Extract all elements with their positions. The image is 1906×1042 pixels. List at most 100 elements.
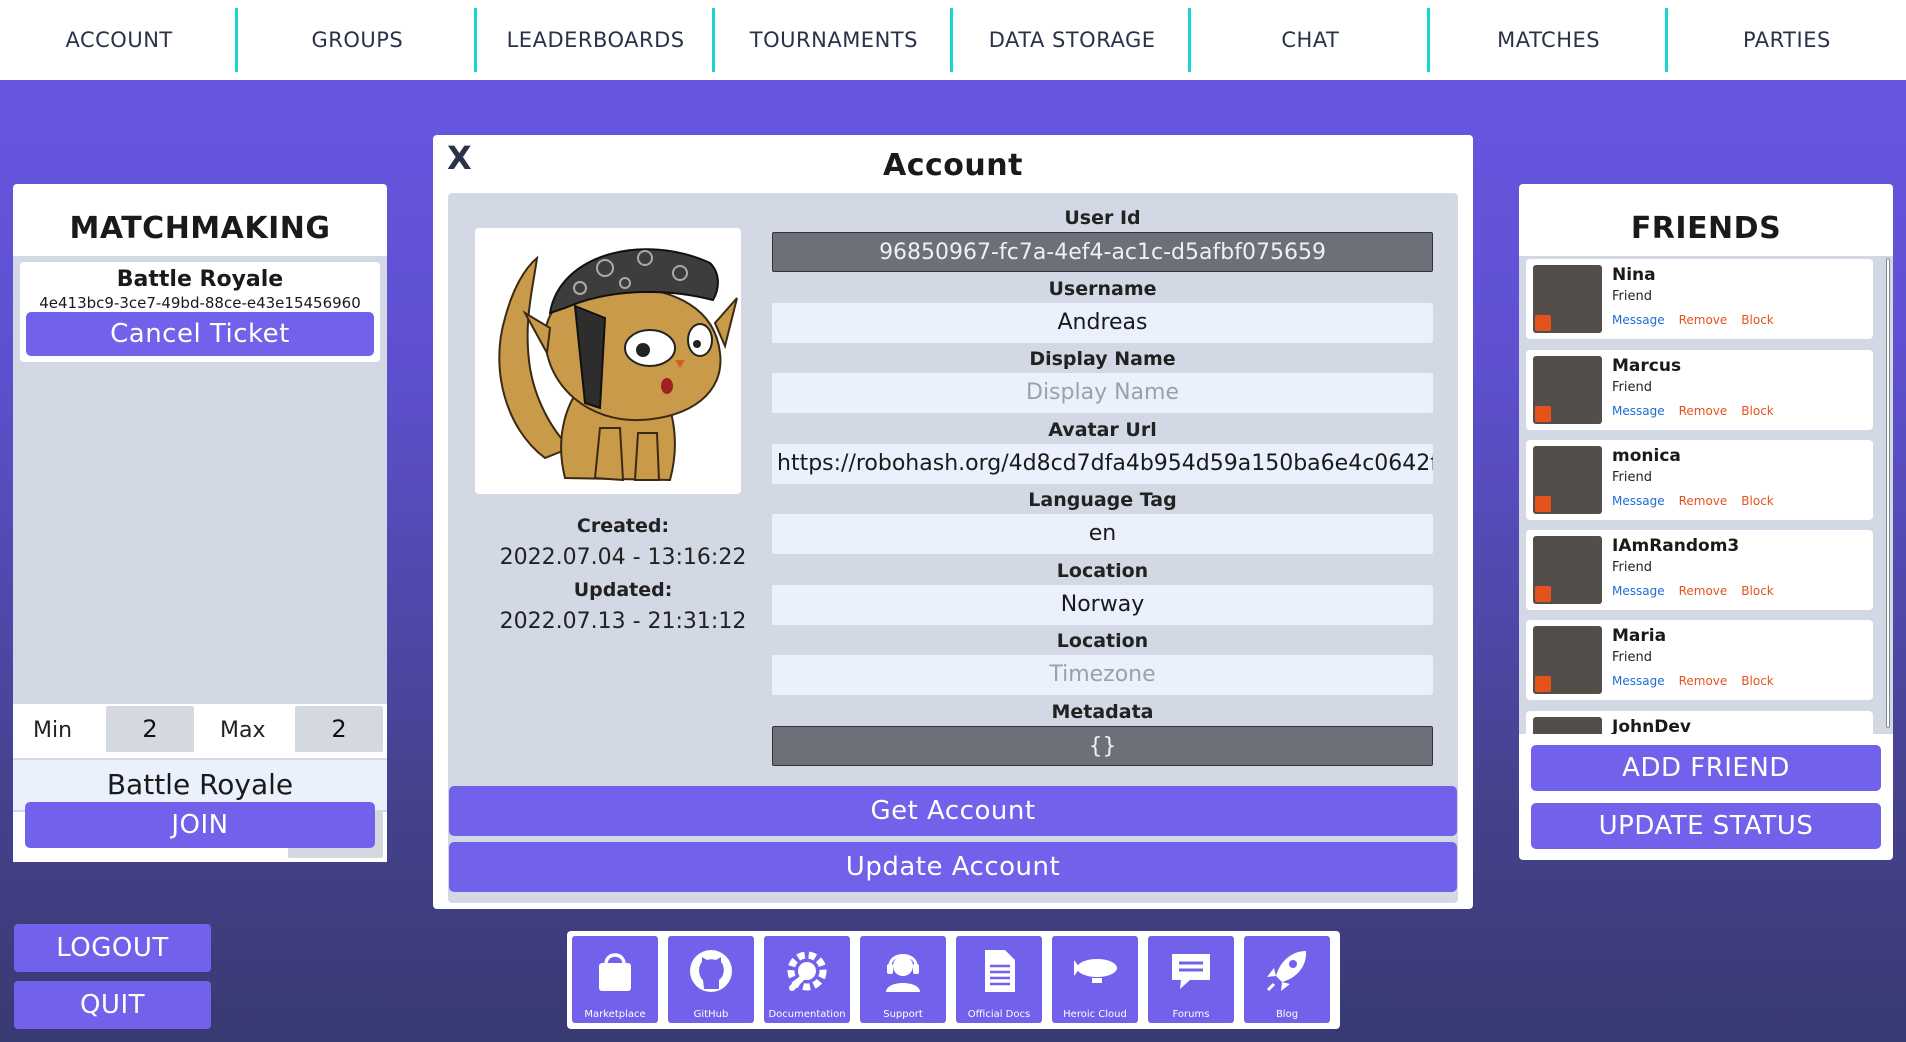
document-icon: [985, 950, 1015, 992]
gear-wrench-icon: [787, 951, 827, 991]
dock-github[interactable]: GitHub: [668, 936, 754, 1023]
cat-avatar-image: [498, 248, 738, 482]
message-link[interactable]: Message: [1612, 674, 1665, 688]
friend-avatar: [1533, 536, 1602, 604]
friends-list-viewport[interactable]: Nina Friend Message Remove Block Marcus Fr…: [1519, 256, 1893, 734]
friends-title: FRIENDS: [1630, 211, 1782, 246]
block-link[interactable]: Block: [1741, 584, 1773, 598]
language-tag-field[interactable]: en: [772, 514, 1433, 554]
message-link[interactable]: Message: [1612, 313, 1665, 327]
friend-avatar: [1533, 626, 1602, 694]
language-tag-label: Language Tag: [1028, 489, 1177, 511]
get-account-button[interactable]: Get Account: [449, 786, 1457, 836]
message-link[interactable]: Message: [1612, 404, 1665, 418]
metadata-label: Metadata: [1051, 701, 1154, 723]
status-indicator: [1535, 315, 1551, 331]
dock-label: Blog: [1275, 1009, 1299, 1020]
message-link[interactable]: Message: [1612, 584, 1665, 598]
friend-name: JohnDev: [1612, 717, 1691, 734]
timezone-field[interactable]: Timezone: [772, 655, 1433, 695]
avatar-url-field[interactable]: https://robohash.org/4d8cd7dfa4b954d59a1…: [772, 444, 1433, 484]
dock-label: Official Docs: [967, 1009, 1031, 1020]
block-link[interactable]: Block: [1741, 313, 1773, 327]
dock-support[interactable]: Support: [860, 936, 946, 1023]
nav-tab-parties[interactable]: PARTIES: [1668, 0, 1906, 80]
logout-button[interactable]: LOGOUT: [14, 924, 211, 972]
friend-item: Marcus Friend Message Remove Block: [1526, 350, 1873, 430]
dock-heroic-cloud[interactable]: Heroic Cloud: [1052, 936, 1138, 1023]
display-name-field[interactable]: Display Name: [772, 373, 1433, 413]
friend-name: Maria: [1612, 626, 1667, 646]
max-label: Max: [220, 718, 266, 743]
update-account-button[interactable]: Update Account: [449, 842, 1457, 892]
rocket-icon: [1266, 951, 1307, 992]
nav-tab-chat[interactable]: CHAT: [1191, 0, 1430, 80]
nav-tab-tournaments[interactable]: TOURNAMENTS: [715, 0, 954, 80]
cancel-ticket-button[interactable]: Cancel Ticket: [26, 312, 374, 356]
update-status-button[interactable]: UPDATE STATUS: [1531, 803, 1881, 849]
dock-label: Heroic Cloud: [1063, 1009, 1127, 1020]
dock-official-docs[interactable]: Official Docs: [956, 936, 1042, 1023]
created-label: Created:: [576, 515, 670, 537]
friend-actions: Message Remove Block: [1612, 584, 1788, 598]
remove-link[interactable]: Remove: [1679, 313, 1728, 327]
ticket-list-area[interactable]: Battle Royale 4e413bc9-3ce7-49bd-88ce-e4…: [13, 256, 387, 628]
dock-label: GitHub: [693, 1009, 729, 1020]
remove-link[interactable]: Remove: [1679, 494, 1728, 508]
friend-actions: Message Remove Block: [1612, 404, 1788, 418]
nav-tab-groups[interactable]: GROUPS: [238, 0, 477, 80]
max-count-input[interactable]: 2: [295, 706, 383, 752]
shopping-bag-icon: [599, 953, 631, 991]
dock-marketplace[interactable]: Marketplace: [572, 936, 658, 1023]
matchmaking-title: MATCHMAKING: [69, 211, 331, 246]
close-button[interactable]: X: [447, 139, 472, 177]
timezone-label: Location: [1056, 630, 1149, 652]
created-value: 2022.07.04 - 13:16:22: [499, 545, 747, 570]
nav-tab-data-storage[interactable]: DATA STORAGE: [953, 0, 1192, 80]
headset-icon: [886, 954, 920, 992]
updated-label: Updated:: [573, 579, 673, 601]
account-title: Account: [883, 148, 1023, 183]
friend-state: Friend: [1612, 650, 1652, 665]
status-indicator: [1535, 406, 1551, 422]
chat-bubble-icon: [1172, 954, 1210, 989]
remove-link[interactable]: Remove: [1679, 584, 1728, 598]
nav-tab-leaderboards[interactable]: LEADERBOARDS: [477, 0, 716, 80]
ticket-name: Battle Royale: [116, 267, 284, 292]
dock-documentation[interactable]: Documentation: [764, 936, 850, 1023]
dock-blog[interactable]: Blog: [1244, 936, 1330, 1023]
message-link[interactable]: Message: [1612, 494, 1665, 508]
username-field[interactable]: Andreas: [772, 303, 1433, 343]
friend-state: Friend: [1612, 289, 1652, 304]
friend-item: Nina Friend Message Remove Block: [1526, 259, 1873, 339]
min-count-input[interactable]: 2: [106, 706, 194, 752]
status-indicator: [1535, 496, 1551, 512]
friends-panel: FRIENDS Nina Friend Message Remove Block M…: [1519, 184, 1893, 860]
block-link[interactable]: Block: [1741, 404, 1773, 418]
friend-name: Nina: [1612, 265, 1656, 285]
friend-name: monica: [1612, 446, 1681, 466]
github-icon: [690, 950, 732, 992]
min-label: Min: [33, 718, 73, 743]
block-link[interactable]: Block: [1741, 494, 1773, 508]
dock-forums[interactable]: Forums: [1148, 936, 1234, 1023]
friend-state: Friend: [1612, 380, 1652, 395]
remove-link[interactable]: Remove: [1679, 404, 1728, 418]
add-friend-button[interactable]: ADD FRIEND: [1531, 745, 1881, 791]
remove-link[interactable]: Remove: [1679, 674, 1728, 688]
quit-button[interactable]: QUIT: [14, 981, 211, 1029]
dock-label: Support: [883, 1009, 923, 1020]
nav-tab-account[interactable]: ACCOUNT: [0, 0, 239, 80]
updated-value: 2022.07.13 - 21:31:12: [499, 609, 747, 634]
join-button[interactable]: JOIN: [25, 802, 375, 848]
ticket-id: 4e413bc9-3ce7-49bd-88ce-e43e15456960: [39, 294, 361, 312]
location-field[interactable]: Norway: [772, 585, 1433, 625]
display-name-label: Display Name: [1029, 348, 1176, 370]
friends-scrollbar[interactable]: [1886, 258, 1890, 728]
account-body: Created: 2022.07.04 - 13:16:22 Updated: …: [448, 193, 1458, 903]
block-link[interactable]: Block: [1741, 674, 1773, 688]
status-indicator: [1535, 586, 1551, 602]
friend-name: Marcus: [1612, 356, 1682, 376]
friend-avatar: [1533, 356, 1602, 424]
nav-tab-matches[interactable]: MATCHES: [1430, 0, 1669, 80]
